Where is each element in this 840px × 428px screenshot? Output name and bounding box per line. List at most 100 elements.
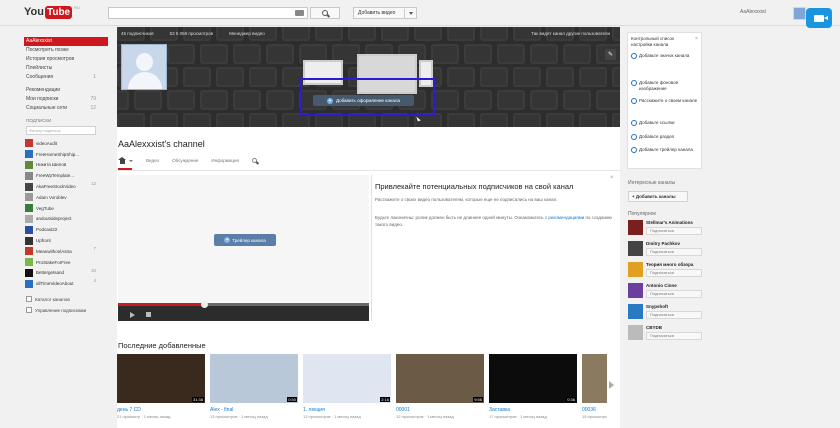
popular-channel-name[interactable]: Antonio Cinne — [646, 283, 677, 288]
tab-discussion[interactable]: Обсуждение — [172, 158, 198, 163]
channel-thumbnail-icon[interactable] — [628, 304, 643, 319]
subscription-item[interactable]: allTimeVideoAbout 4 — [24, 278, 108, 289]
video-title[interactable]: 00036 — [582, 407, 607, 413]
add-channel-art-button[interactable]: + Добавить оформление канала — [313, 95, 414, 106]
video-title[interactable]: Alex - final — [210, 407, 298, 413]
subscribe-button[interactable]: Подписаться — [646, 248, 702, 256]
video-card[interactable]: 0:50 Alex - final 13 просмотров · 1 месяц … — [210, 354, 298, 419]
chevron-down-icon[interactable] — [129, 159, 133, 162]
upload-button[interactable]: Добавить видео — [353, 7, 417, 19]
sidebar-item[interactable]: Социальные сети 12 — [24, 104, 108, 113]
checklist-item[interactable]: Добавьте ссылки — [631, 120, 701, 126]
subscriptions-filter-input[interactable]: Фильтр подписок — [26, 126, 96, 135]
checklist-item[interactable]: Добавьте трейлер канала — [631, 147, 701, 153]
home-icon[interactable] — [118, 157, 126, 164]
popular-channel[interactable]: Stellmar's Animations Подписаться — [628, 219, 708, 239]
video-thumbnail[interactable]: 9:56 — [396, 354, 484, 403]
video-card[interactable]: 2:16 1. лекция 13 просмотров · 1 месяц наз… — [303, 354, 391, 419]
checklist-item[interactable]: Добавьте значок канала — [631, 53, 701, 59]
sidebar-item[interactable]: Посмотреть позже — [24, 46, 108, 55]
subscription-item[interactable]: AkaFreeStockVideo 12 — [24, 181, 108, 192]
popular-channel-name[interactable]: Snypshoft — [646, 304, 668, 309]
view-count[interactable]: 53 5 069 просмотров — [170, 31, 213, 36]
sidebar-item[interactable]: Мои подписки 79 — [24, 95, 108, 104]
video-title[interactable]: день 7 CD — [117, 407, 205, 413]
popular-channel-name[interactable]: Stellmar's Animations — [646, 220, 693, 225]
keyboard-icon[interactable] — [295, 10, 304, 16]
sidebar-item[interactable]: AaAlexxxist — [24, 37, 108, 46]
subscriber-count[interactable]: 45 подписчиков — [121, 31, 154, 36]
subscribe-button[interactable]: Подписаться — [646, 227, 702, 235]
youtube-logo[interactable]: You Tube RU — [24, 5, 80, 19]
avatar[interactable] — [793, 7, 806, 20]
subscription-item[interactable]: Bettergetsand 10 — [24, 268, 108, 279]
tab-videos[interactable]: Видео — [146, 158, 159, 163]
sidebar-item[interactable]: Плейлисты — [24, 64, 108, 73]
checklist-item[interactable]: Добавьте раздел — [631, 134, 701, 140]
channel-trailer-button[interactable]: + Трейлер канала — [214, 234, 276, 246]
popular-channel-name[interactable]: Теория много обзора — [646, 262, 693, 267]
video-title[interactable]: 1. лекция — [303, 407, 391, 413]
subscribe-button[interactable]: Подписаться — [646, 332, 702, 340]
close-icon[interactable]: × — [695, 36, 698, 42]
subscription-item[interactable]: Podcast22 — [24, 224, 108, 235]
subscription-item[interactable]: Upfront — [24, 235, 108, 246]
popular-channel-name[interactable]: Dmitry Pachkov — [646, 241, 680, 246]
subscribe-button[interactable]: Подписаться — [646, 290, 702, 298]
subscription-item[interactable]: Adam Voroblev — [24, 192, 108, 203]
channel-thumbnail-icon[interactable] — [628, 220, 643, 235]
progress-scrubber[interactable] — [201, 301, 208, 308]
popular-channel[interactable]: CBYDB Подписаться — [628, 324, 708, 344]
play-icon[interactable] — [130, 312, 135, 318]
volume-icon[interactable] — [146, 312, 151, 317]
popular-channel[interactable]: Теория много обзора Подписаться — [628, 261, 708, 281]
subscribe-button[interactable]: Подписаться — [646, 269, 702, 277]
edit-pencil-icon[interactable]: ✎ — [605, 49, 616, 60]
subscription-item[interactable]: Никита Шилов — [24, 160, 108, 171]
channel-thumbnail-icon[interactable] — [628, 283, 643, 298]
channel-thumbnail-icon[interactable] — [628, 325, 643, 340]
video-thumbnail[interactable]: 2:16 — [303, 354, 391, 403]
search-input[interactable] — [108, 7, 308, 19]
video-thumbnail[interactable]: 0:50 — [210, 354, 298, 403]
video-title[interactable]: Заставка — [489, 407, 577, 413]
sidebar-item[interactable]: Рекомендации — [24, 86, 108, 95]
close-icon[interactable]: × — [610, 175, 614, 181]
subscription-item[interactable]: MeanwithonlAstra 7 — [24, 246, 108, 257]
video-thumbnail[interactable]: 31:38 — [117, 354, 205, 403]
subscribe-button[interactable]: Подписаться — [646, 311, 702, 319]
popular-channel[interactable]: Dmitry Pachkov Подписаться — [628, 240, 708, 260]
video-card[interactable]: 31:38 день 7 CD 21 просмотр · 1 месяц наза… — [117, 354, 205, 419]
channel-avatar[interactable] — [121, 44, 167, 90]
subscription-item[interactable]: videoAudit — [24, 138, 108, 149]
search-icon[interactable] — [251, 158, 257, 163]
video-card[interactable]: 0:36 Заставка 17 просмотров · 1 месяц наза… — [489, 354, 577, 419]
tab-about[interactable]: Информация — [211, 158, 239, 163]
video-thumbnail[interactable] — [582, 354, 607, 403]
popular-channel-name[interactable]: CBYDB — [646, 325, 662, 330]
video-thumbnail[interactable]: 0:36 — [489, 354, 577, 403]
account-name[interactable]: AaAlexxxist — [740, 9, 766, 15]
subscription-item[interactable]: ProStakeForFree — [24, 257, 108, 268]
sidebar-link[interactable]: Управление подписками — [24, 305, 108, 315]
sidebar-item[interactable]: Сообщения 1 — [24, 73, 108, 82]
video-card[interactable]: 0003615 просмотров · 1 месяц назад — [582, 354, 607, 419]
sidebar-link[interactable]: Каталог каналов — [24, 294, 108, 304]
chevron-down-icon[interactable] — [409, 12, 413, 15]
channel-thumbnail-icon[interactable] — [628, 241, 643, 256]
chevron-right-icon[interactable] — [609, 381, 614, 389]
popular-channel[interactable]: Snypshoft Подписаться — [628, 303, 708, 323]
channel-thumbnail-icon[interactable] — [628, 262, 643, 277]
popular-channel[interactable]: Antonio Cinne Подписаться — [628, 282, 708, 302]
subscription-item[interactable]: VegTube — [24, 203, 108, 214]
guidelines-link[interactable]: рекомендациями — [548, 215, 584, 220]
video-manager-link[interactable]: Менеджер видео — [229, 31, 265, 36]
video-card[interactable]: 9:56 00001 12 просмотров · 1 месяц назад — [396, 354, 484, 419]
subscription-item[interactable]: andoutsideproject — [24, 214, 108, 225]
add-channels-button[interactable]: + Добавить каналы — [628, 191, 688, 202]
subscription-item[interactable]: FreeHomeShipShip... — [24, 149, 108, 160]
view-as-link[interactable]: Так видят канал другие пользователи — [531, 31, 610, 36]
video-title[interactable]: 00001 — [396, 407, 484, 413]
checklist-item[interactable]: Расскажите о своем канале — [631, 98, 701, 104]
subscription-item[interactable]: FreeWpTemplate... — [24, 170, 108, 181]
